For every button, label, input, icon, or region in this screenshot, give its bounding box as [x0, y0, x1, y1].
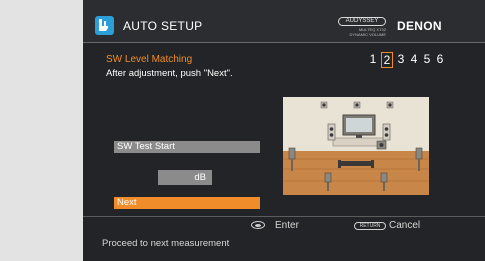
ceiling-speaker-icon — [386, 101, 394, 109]
step-number: 5 — [423, 52, 431, 66]
return-button-icon: RETURN — [354, 222, 386, 230]
enter-button-icon — [251, 221, 265, 229]
audyssey-badge: AUDYSSEY — [338, 17, 386, 26]
ceiling-speaker-icon — [320, 101, 328, 109]
subwoofer-icon — [376, 140, 387, 150]
level-readout[interactable]: dB — [158, 170, 212, 185]
cancel-label: Cancel — [389, 220, 421, 231]
brand-logo: DENON — [397, 19, 442, 33]
status-message: Proceed to next measurement — [102, 238, 230, 249]
front-left-speaker-icon — [327, 123, 336, 141]
step-number: 3 — [397, 52, 405, 66]
tv-icon — [342, 114, 376, 138]
header-bar: AUTO SETUP AUDYSSEY MULTEQ XT32 DYNAMIC … — [83, 0, 485, 43]
step-number-active: 2 — [381, 52, 393, 68]
auto-setup-icon — [95, 16, 114, 35]
step-number: 1 — [369, 52, 377, 66]
step-title: SW Level Matching — [106, 54, 193, 65]
page-title: AUTO SETUP — [123, 19, 203, 33]
front-right-speaker-icon — [382, 123, 391, 141]
speaker-room-illustration — [283, 97, 429, 195]
audyssey-logo: AUDYSSEY MULTEQ XT32 DYNAMIC VOLUME — [338, 17, 386, 39]
sw-test-start-button[interactable]: SW Test Start — [114, 141, 260, 153]
instruction-text: After adjustment, push "Next". — [106, 68, 233, 79]
step-indicator: 1 2 3 4 5 6 — [368, 52, 445, 68]
step-number: 6 — [436, 52, 444, 66]
footer-divider — [83, 216, 485, 217]
next-button[interactable]: Next — [114, 197, 260, 209]
enter-label: Enter — [275, 220, 299, 231]
setup-screen: AUTO SETUP AUDYSSEY MULTEQ XT32 DYNAMIC … — [83, 0, 485, 261]
audyssey-line2: DYNAMIC VOLUME — [349, 32, 386, 37]
step-number: 4 — [410, 52, 418, 66]
ceiling-speaker-icon — [353, 101, 361, 109]
